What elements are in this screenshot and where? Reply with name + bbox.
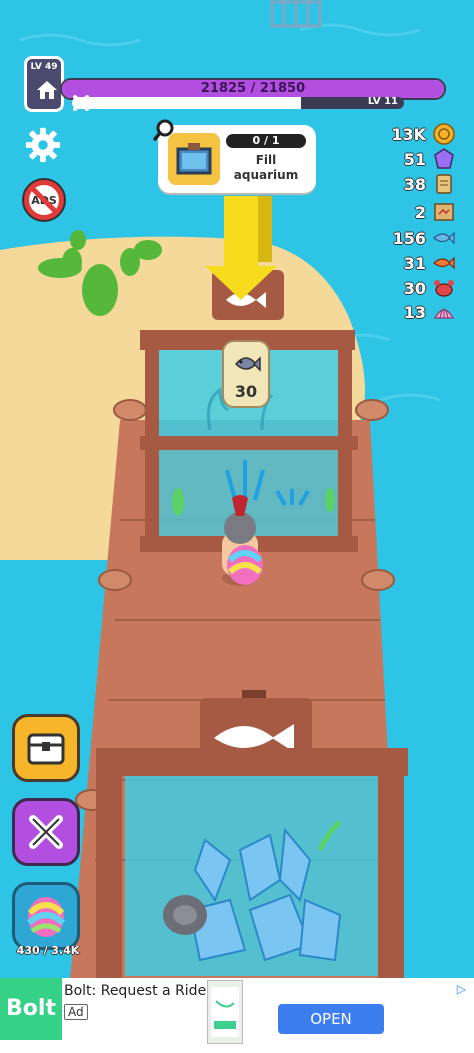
tank-requirement-count: 30 xyxy=(234,382,258,401)
no-ads-icon[interactable]: ADS xyxy=(20,176,68,224)
resource-value: 51 xyxy=(403,149,426,169)
tank-requirement-badge: 30 xyxy=(222,340,270,408)
quest-card[interactable]: 0 / 1 Fill aquarium xyxy=(158,125,316,193)
resource-shell: 13 xyxy=(404,300,456,324)
resource-crab: 30 xyxy=(404,276,456,300)
sub-level-label: LV 11 xyxy=(367,97,398,107)
chest-icon xyxy=(27,733,65,765)
scroll-icon xyxy=(436,174,452,194)
resource-value: 2 xyxy=(414,202,426,222)
tools-x-icon xyxy=(73,95,89,111)
crab-icon xyxy=(434,280,454,297)
resource-map: 2 xyxy=(415,200,456,224)
gem-icon xyxy=(434,148,454,169)
magnifier-icon[interactable] xyxy=(152,118,176,142)
aquarium-lower[interactable] xyxy=(96,748,408,980)
home-icon xyxy=(37,81,57,99)
gem-inventory-button[interactable] xyxy=(12,882,80,950)
quest-label: Fill aquarium xyxy=(233,153,299,182)
resource-blue-fish: 156 xyxy=(393,226,456,250)
bolt-logo[interactable]: Bolt xyxy=(0,978,62,1040)
resource-value: 31 xyxy=(403,253,426,273)
quest-progress: 0 / 1 xyxy=(226,134,306,148)
adchoices-icon[interactable]: ▷ xyxy=(457,982,466,996)
resource-value: 156 xyxy=(392,228,426,248)
resource-value: 13 xyxy=(403,302,426,322)
blue-fish-icon xyxy=(433,231,455,245)
level-label: LV 49 xyxy=(30,62,58,72)
resource-gem: 51 xyxy=(404,147,456,171)
sub-level-fill xyxy=(72,97,302,109)
resource-value: 13K xyxy=(391,124,426,144)
orange-fish-icon xyxy=(433,256,455,270)
shell-icon xyxy=(433,308,455,319)
ad-title[interactable]: Bolt: Request a Ride xyxy=(64,983,206,999)
sub-level-bar: LV 11 xyxy=(72,97,404,109)
fish-icon xyxy=(234,356,261,372)
resource-coin: 13K xyxy=(391,122,456,146)
xp-text: 21825 / 21850 xyxy=(200,81,306,96)
ad-screenshot[interactable] xyxy=(207,980,243,1044)
resource-value: 38 xyxy=(403,174,426,194)
resource-orange-fish: 31 xyxy=(404,251,456,275)
gear-icon[interactable] xyxy=(24,126,62,164)
crossed-tools-icon xyxy=(29,815,63,849)
resource-value: 30 xyxy=(403,278,426,298)
ad-open-button[interactable]: OPEN xyxy=(278,1004,384,1034)
rainbow-gem-icon xyxy=(26,897,66,937)
ad-tag: Ad xyxy=(64,1004,88,1020)
chest-button[interactable] xyxy=(12,714,80,782)
ad-banner[interactable]: Bolt Bolt: Request a Ride Ad OPEN ▷ xyxy=(0,978,474,1053)
level-badge[interactable]: LV 49 xyxy=(24,56,64,112)
gem-inventory-count: 430 / 3.4K xyxy=(16,944,80,957)
resource-scroll: 38 xyxy=(404,172,456,196)
map-icon xyxy=(434,203,454,221)
tools-button[interactable] xyxy=(12,798,80,866)
coin-icon xyxy=(433,123,455,145)
